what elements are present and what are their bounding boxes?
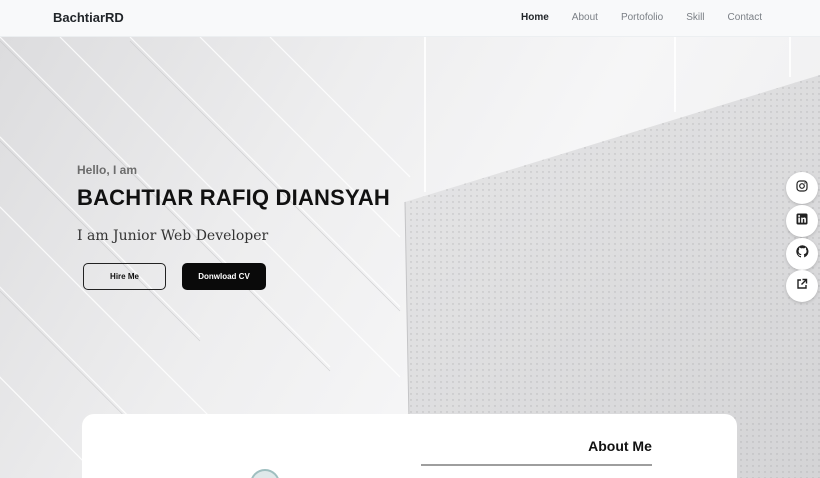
nav-link-about[interactable]: About [572, 12, 598, 23]
download-cv-button[interactable]: Donwload CV [182, 263, 266, 290]
linkedin-icon [796, 212, 808, 230]
nav-link-portofolio[interactable]: Portofolio [621, 12, 663, 23]
nav-link-home[interactable]: Home [521, 12, 549, 23]
hero-role: I am Junior Web Developer [77, 228, 269, 244]
instagram-icon [796, 179, 808, 197]
nav-link-contact[interactable]: Contact [728, 12, 762, 23]
hire-me-button[interactable]: Hire Me [83, 263, 166, 290]
external-link-button[interactable] [786, 270, 818, 302]
instagram-button[interactable] [786, 172, 818, 204]
github-icon [795, 245, 809, 263]
linkedin-button[interactable] [786, 205, 818, 237]
hero-name: BACHTIAR RAFIQ DIANSYAH [77, 185, 391, 210]
external-link-icon [796, 277, 808, 295]
hero-greeting: Hello, I am [77, 163, 138, 177]
hero-section: Hello, I am BACHTIAR RAFIQ DIANSYAH I am… [0, 37, 820, 478]
hero-background-image [0, 37, 820, 478]
nav-links: Home About Portofolio Skill Contact [498, 12, 762, 23]
avatar [250, 469, 280, 478]
about-card: About Me [82, 414, 737, 478]
brand-logo[interactable]: BachtiarRD [53, 10, 124, 25]
navbar: BachtiarRD Home About Portofolio Skill C… [0, 0, 820, 37]
about-divider [421, 464, 652, 466]
github-button[interactable] [786, 238, 818, 270]
nav-link-skill[interactable]: Skill [686, 12, 704, 23]
about-title: About Me [588, 438, 652, 454]
